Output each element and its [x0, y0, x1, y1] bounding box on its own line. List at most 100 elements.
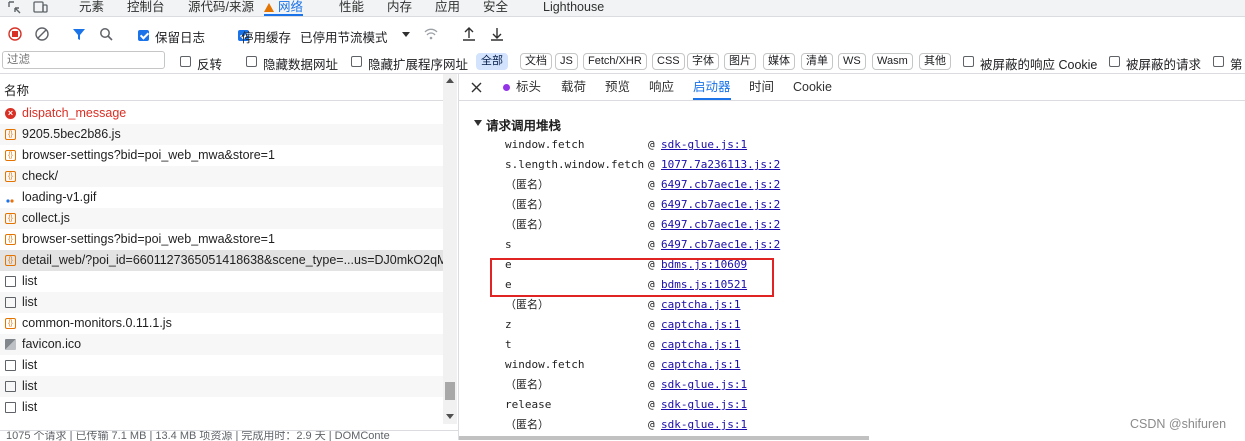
type-filter-manifest[interactable]: 清单: [801, 53, 833, 70]
stack-source-link[interactable]: 6497.cb7aec1e.js:2: [661, 195, 780, 215]
script-icon: {}: [5, 129, 16, 140]
scroll-up-arrow-icon[interactable]: [446, 78, 454, 83]
blocked-requests-checkbox[interactable]: [1109, 56, 1120, 67]
request-row[interactable]: {} browser-settings?bid=poi_web_mwa&store…: [0, 229, 443, 250]
at-symbol: @: [648, 138, 655, 151]
tab-headers-label: 标头: [516, 80, 542, 94]
tab-initiator[interactable]: 启动器: [693, 74, 731, 100]
tab-network[interactable]: 网络: [264, 0, 304, 16]
dot-icon: [503, 84, 510, 91]
stack-source-link[interactable]: sdk-glue.js:1: [661, 375, 747, 395]
throttling-select[interactable]: 已停用节流模式: [300, 27, 388, 46]
tab-sources[interactable]: 源代码/来源: [188, 0, 254, 16]
request-row[interactable]: list: [0, 376, 443, 397]
at-symbol: @: [648, 218, 655, 231]
tab-headers[interactable]: 标头: [503, 74, 541, 100]
tab-response[interactable]: 响应: [649, 74, 674, 100]
tab-memory[interactable]: 内存: [387, 0, 412, 16]
details-tab-bar: 标头 载荷 预览 响应 启动器 时间 Cookie: [459, 74, 1245, 101]
invert-checkbox[interactable]: [180, 56, 191, 67]
details-horizontal-scrollbar[interactable]: [459, 436, 869, 440]
at-symbol: @: [648, 198, 655, 211]
request-row[interactable]: loading-v1.gif: [0, 187, 443, 208]
document-icon: [5, 402, 16, 413]
tab-payload[interactable]: 载荷: [561, 74, 586, 100]
tab-console[interactable]: 控制台: [127, 0, 165, 16]
request-name: browser-settings?bid=poi_web_mwa&store=1: [22, 232, 275, 246]
type-filter-media[interactable]: 媒体: [763, 53, 795, 70]
request-row[interactable]: list: [0, 397, 443, 418]
request-name: check/: [22, 169, 59, 183]
close-icon[interactable]: [471, 82, 482, 93]
call-stack-section-title[interactable]: 请求调用堆栈: [486, 115, 561, 134]
stack-source-link[interactable]: 6497.cb7aec1e.js:2: [661, 235, 780, 255]
type-filter-ws[interactable]: WS: [838, 53, 866, 70]
stack-source-link[interactable]: 6497.cb7aec1e.js:2: [661, 215, 780, 235]
request-row[interactable]: {} collect.js: [0, 208, 443, 229]
request-list-scrollbar[interactable]: [443, 74, 457, 424]
request-row[interactable]: {} check/: [0, 166, 443, 187]
stack-source-link[interactable]: 1077.7a236113.js:2: [661, 155, 780, 175]
tab-timing[interactable]: 时间: [749, 74, 774, 100]
type-filter-doc[interactable]: 文档: [520, 53, 552, 70]
name-column-header[interactable]: 名称: [0, 74, 443, 101]
request-row[interactable]: favicon.ico: [0, 334, 443, 355]
request-row[interactable]: {} common-monitors.0.11.1.js: [0, 313, 443, 334]
stack-source-link[interactable]: sdk-glue.js:1: [661, 135, 747, 155]
request-row[interactable]: {} detail_web/?poi_id=6601127365051418638…: [0, 250, 443, 271]
type-filter-wasm[interactable]: Wasm: [872, 53, 913, 70]
at-symbol: @: [648, 358, 655, 371]
hide-extension-urls-checkbox[interactable]: [351, 56, 362, 67]
inspect-element-icon[interactable]: [8, 1, 21, 14]
blocked-cookies-checkbox[interactable]: [963, 56, 974, 67]
request-row[interactable]: {} 9205.5bec2b86.js: [0, 124, 443, 145]
stack-source-link[interactable]: sdk-glue.js:1: [661, 395, 747, 415]
tab-preview[interactable]: 预览: [605, 74, 630, 100]
export-har-icon[interactable]: [490, 26, 504, 41]
tab-application[interactable]: 应用: [435, 0, 460, 16]
type-filter-font[interactable]: 字体: [687, 53, 719, 70]
type-filter-other[interactable]: 其他: [919, 53, 951, 70]
stack-source-link[interactable]: captcha.js:1: [661, 335, 740, 355]
error-icon: ×: [5, 108, 16, 119]
type-filter-all[interactable]: 全部: [476, 53, 508, 70]
type-filter-css[interactable]: CSS: [652, 53, 685, 70]
chevron-down-icon[interactable]: [402, 32, 410, 37]
type-filter-img[interactable]: 图片: [724, 53, 756, 70]
device-toolbar-icon[interactable]: [33, 1, 48, 14]
tab-security[interactable]: 安全: [483, 0, 508, 16]
request-details-pane: 标头 载荷 预览 响应 启动器 时间 Cookie 请求调用堆栈 window.…: [459, 74, 1245, 440]
hide-data-urls-checkbox[interactable]: [246, 56, 257, 67]
record-stop-icon[interactable]: [8, 27, 22, 41]
stack-source-link[interactable]: captcha.js:1: [661, 315, 740, 335]
request-row[interactable]: × dispatch_message: [0, 103, 443, 124]
import-har-icon[interactable]: [462, 26, 476, 41]
request-name: list: [22, 274, 38, 288]
type-filter-fetch-xhr[interactable]: Fetch/XHR: [583, 53, 647, 70]
stack-source-link[interactable]: 6497.cb7aec1e.js:2: [661, 175, 780, 195]
section-collapse-triangle-icon[interactable]: [474, 120, 482, 126]
request-row[interactable]: list: [0, 271, 443, 292]
request-row[interactable]: list: [0, 292, 443, 313]
clear-icon[interactable]: [35, 27, 49, 41]
search-icon[interactable]: [99, 27, 113, 41]
stack-source-link[interactable]: captcha.js:1: [661, 295, 740, 315]
tab-elements[interactable]: 元素: [79, 0, 104, 16]
request-row[interactable]: list: [0, 355, 443, 376]
scroll-down-arrow-icon[interactable]: [446, 414, 454, 419]
request-row[interactable]: {} browser-settings?bid=poi_web_mwa&store…: [0, 145, 443, 166]
tab-performance[interactable]: 性能: [339, 0, 364, 16]
third-party-label: 第: [1230, 58, 1243, 72]
request-name: 9205.5bec2b86.js: [22, 127, 121, 141]
filter-input[interactable]: [2, 51, 165, 69]
network-conditions-icon[interactable]: [423, 27, 439, 41]
stack-source-link[interactable]: sdk-glue.js:1: [661, 415, 747, 435]
third-party-checkbox[interactable]: [1213, 56, 1224, 67]
stack-source-link[interactable]: captcha.js:1: [661, 355, 740, 375]
filter-icon[interactable]: [72, 27, 86, 41]
scroll-thumb[interactable]: [445, 382, 455, 400]
tab-cookie[interactable]: Cookie: [793, 74, 832, 100]
type-filter-js[interactable]: JS: [555, 53, 578, 70]
preserve-log-checkbox[interactable]: [138, 30, 149, 42]
tab-lighthouse[interactable]: Lighthouse: [543, 0, 604, 16]
